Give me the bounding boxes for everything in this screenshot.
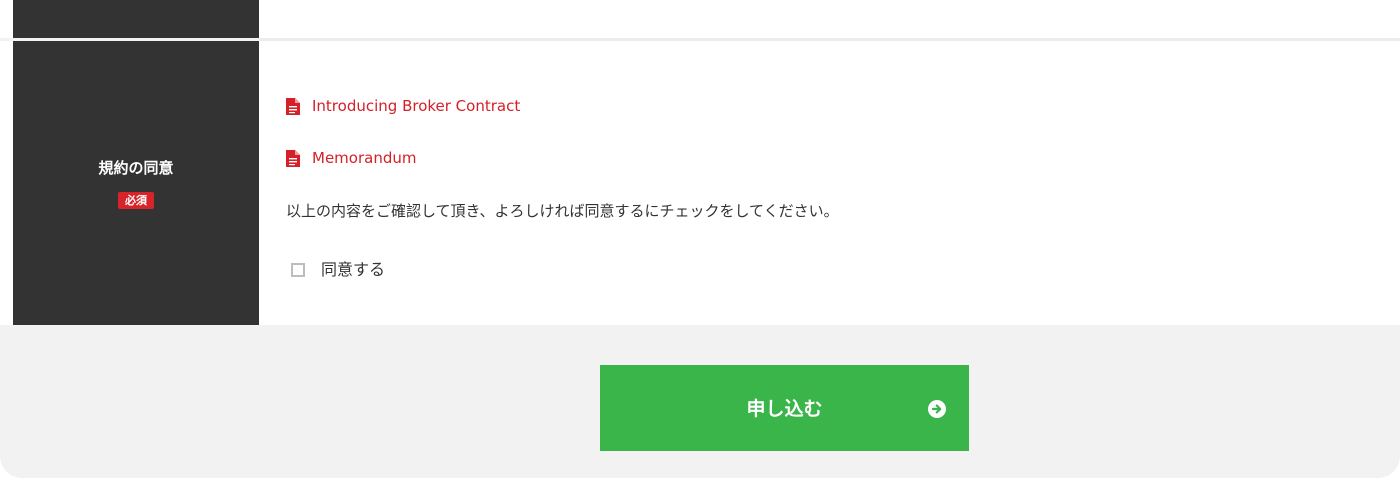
agree-checkbox[interactable] <box>291 263 305 277</box>
arrow-circle-right-icon <box>928 400 946 418</box>
memorandum-link[interactable]: Memorandum <box>286 148 416 168</box>
agreement-label-cell: 規約の同意 必須 <box>13 41 259 325</box>
document-icon <box>286 149 300 167</box>
document-icon <box>286 97 300 115</box>
agree-checkbox-label: 同意する <box>321 260 386 279</box>
previous-form-row <box>0 0 1400 38</box>
agreement-instruction: 以上の内容をご確認して頂き、よろしければ同意するにチェックをしてください。 <box>286 202 839 220</box>
agreement-row: 規約の同意 必須 Introducing Broker Contract Mem… <box>0 41 1400 325</box>
required-badge: 必須 <box>118 192 154 209</box>
agreement-label: 規約の同意 <box>98 159 174 177</box>
introducing-broker-contract-link[interactable]: Introducing Broker Contract <box>286 96 520 116</box>
link-label: Introducing Broker Contract <box>312 97 521 115</box>
submit-button[interactable]: 申し込む <box>600 365 969 451</box>
previous-row-label-cell <box>13 0 259 38</box>
agree-checkbox-field[interactable]: 同意する <box>291 260 385 280</box>
link-label: Memorandum <box>312 149 417 167</box>
form-frame: 規約の同意 必須 Introducing Broker Contract Mem… <box>0 0 1400 478</box>
submit-label: 申し込む <box>746 398 823 420</box>
